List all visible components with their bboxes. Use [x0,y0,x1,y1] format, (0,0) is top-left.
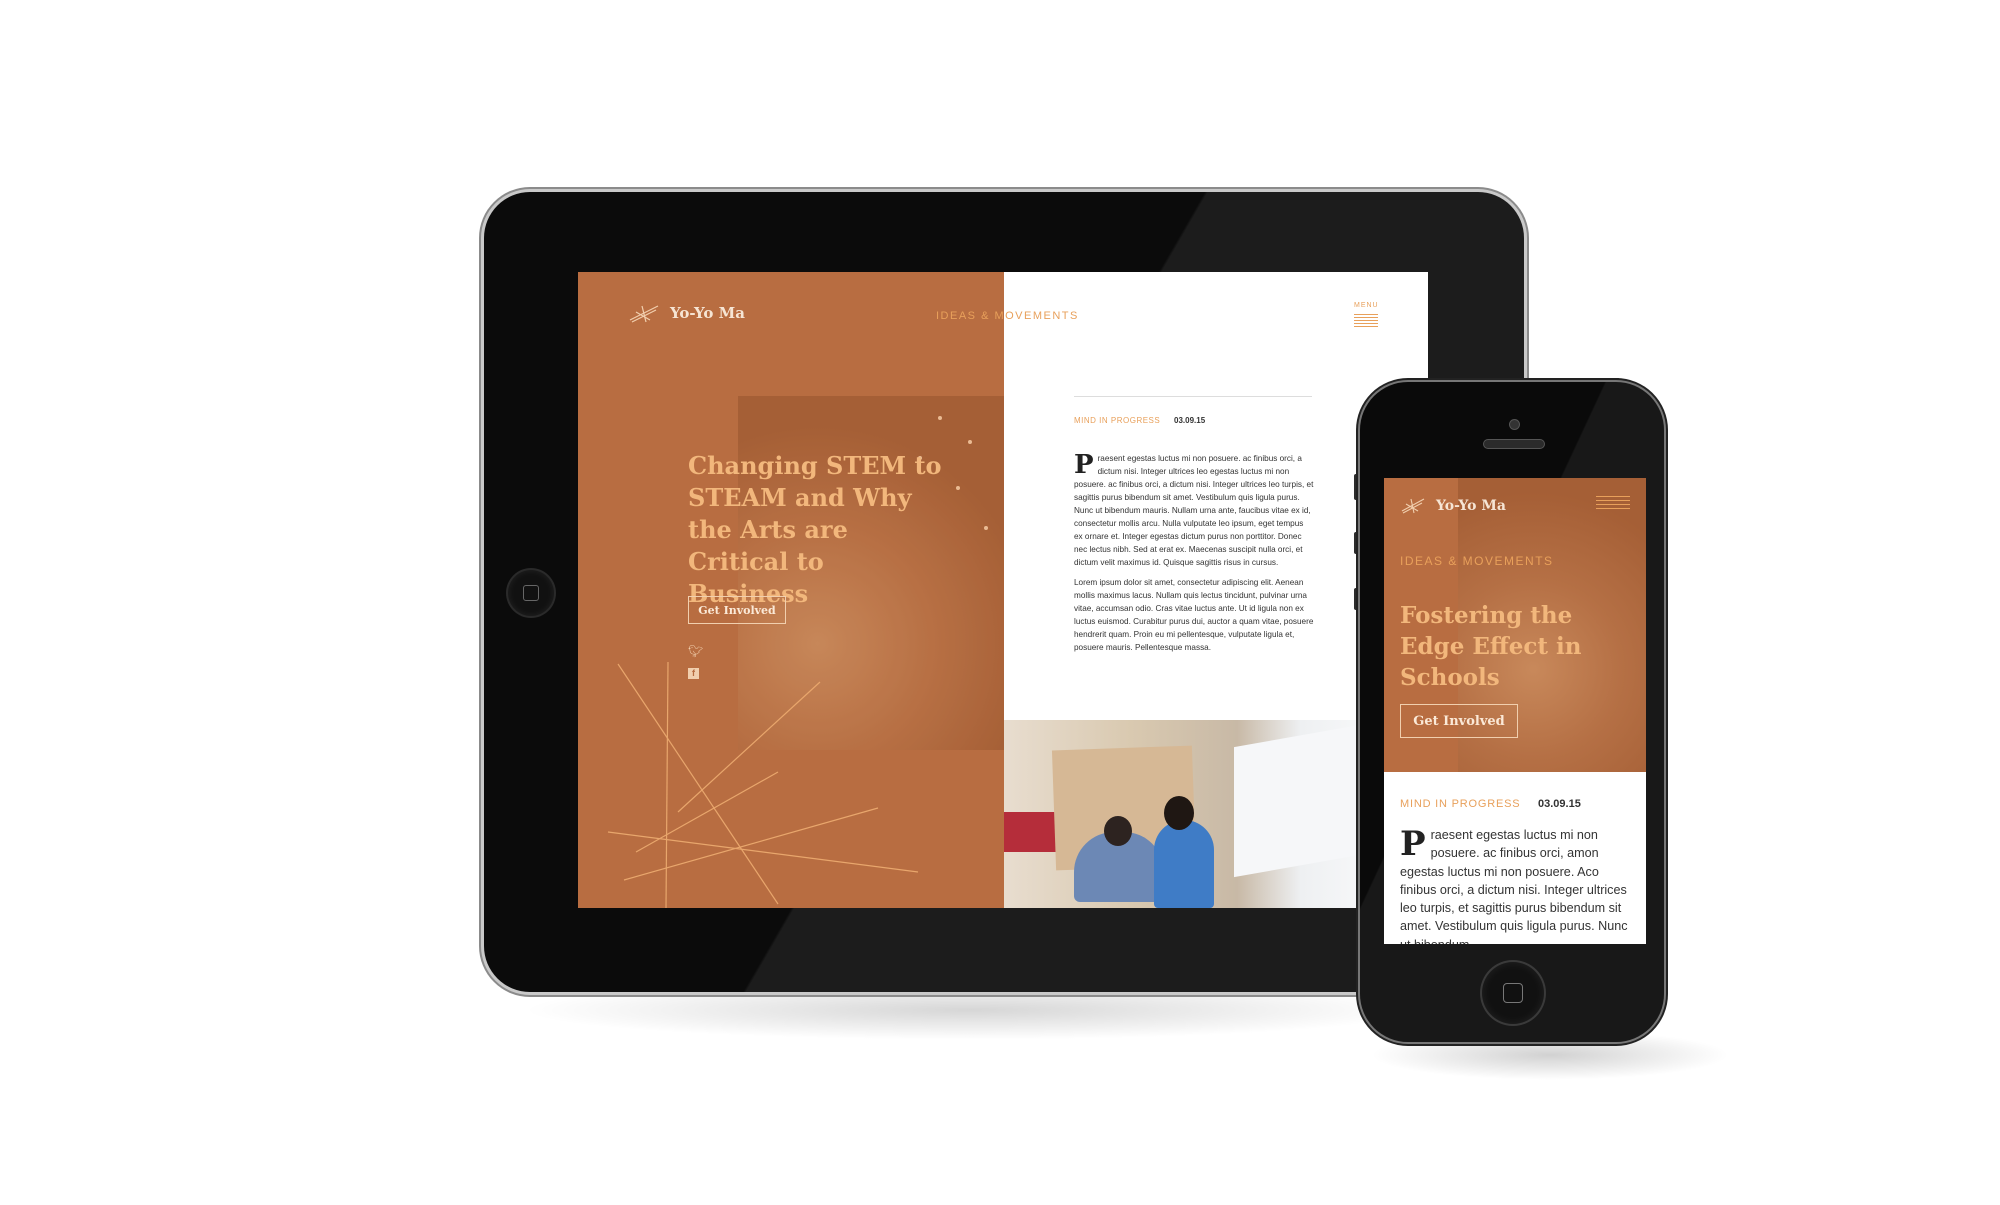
menu-label[interactable]: MENU [1354,302,1379,309]
site-logo[interactable]: Yo-Yo Ma [1436,498,1506,514]
article-category[interactable]: MIND IN PROGRESS [1074,416,1160,425]
photo-person-head [1164,796,1194,830]
nav-ideas-movements[interactable]: IDEAS & MOVEMENTS [1400,554,1554,568]
hero-headline: Fostering the Edge Effect in Schools [1400,602,1582,691]
phone-mute-switch [1354,474,1359,500]
home-square-icon [523,585,539,601]
phone-volume-up [1354,532,1359,554]
article-paragraph: Lorem ipsum dolor sit amet, consectetur … [1074,578,1314,652]
nav-ideas-movements[interactable]: IDEAS & MOVEMENTS [936,310,1079,322]
site-logo[interactable]: Yo-Yo Ma [670,304,745,322]
hero-headline: Changing STEM to STEAM and Why the Arts … [688,451,942,608]
paragraph-text: raesent egestas luctus mi non posuere. a… [1400,828,1628,944]
tablet-screen: Yo-Yo Ma Changing STEM to STEAM and Why … [578,272,1428,908]
phone-hero-panel: Yo-Yo Ma IDEAS & MOVEMENTS Fostering the… [1384,478,1646,772]
tablet-home-button[interactable] [508,570,554,616]
camera-icon [1510,420,1519,429]
dropcap: P [1074,450,1094,480]
twitter-icon[interactable]: 🐦︎ [688,644,703,658]
article-date: 03.09.15 [1538,798,1581,810]
facebook-icon[interactable]: f [688,668,699,679]
logo-bow-icon [1401,498,1425,514]
home-square-icon [1503,983,1523,1003]
article-date: 03.09.15 [1174,416,1206,425]
article-category[interactable]: MIND IN PROGRESS [1400,798,1520,810]
photo-person-head [1104,816,1132,846]
article-body: Praesent egestas luctus mi non posuere. … [1400,826,1636,944]
article-divider [1074,396,1312,397]
article-paragraph: Praesent egestas luctus mi non posuere. … [1074,452,1314,569]
phone-volume-down [1354,588,1359,610]
logo-bow-icon [629,305,659,323]
get-involved-button[interactable]: Get Involved [1400,704,1518,738]
phone-screen: Yo-Yo Ma IDEAS & MOVEMENTS Fostering the… [1384,478,1646,944]
phone-speaker [1484,440,1544,448]
tablet-hero-panel: Yo-Yo Ma Changing STEM to STEAM and Why … [578,272,1004,908]
get-involved-button[interactable]: Get Involved [688,596,786,624]
menu-icon[interactable] [1596,496,1630,512]
article-body: Praesent egestas luctus mi non posuere. … [1074,452,1314,661]
menu-icon[interactable] [1354,314,1378,328]
dropcap: P [1400,824,1426,864]
photo-person [1154,820,1214,908]
paragraph-text: raesent egestas luctus mi non posuere. a… [1074,454,1314,567]
phone-home-button[interactable] [1482,962,1544,1024]
